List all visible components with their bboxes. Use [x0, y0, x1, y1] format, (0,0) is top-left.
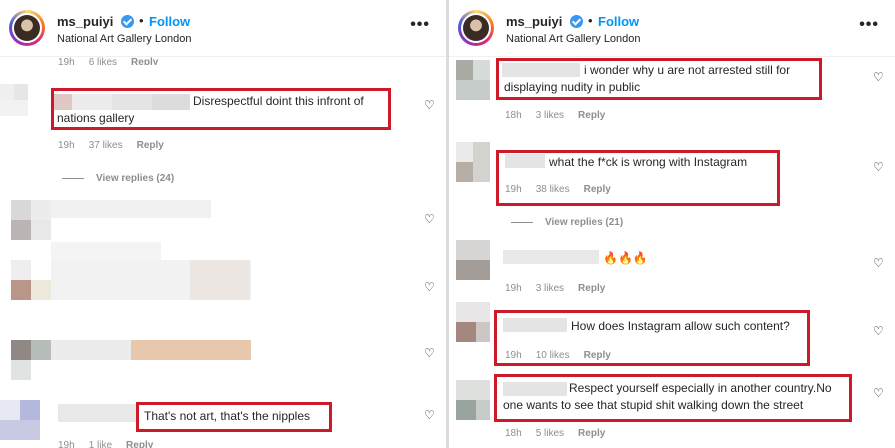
highlight-box: [496, 58, 822, 100]
pixelated-avatar: [0, 400, 20, 420]
highlight-box: [494, 374, 852, 422]
post-header: ms_puiyi • Follow National Art Gallery L…: [0, 0, 446, 62]
comment-meta: 19h 10 likes Reply: [505, 350, 611, 361]
heart-outline-icon[interactable]: ♡: [424, 346, 435, 360]
heart-outline-icon[interactable]: ♡: [424, 280, 435, 294]
follow-button[interactable]: Follow: [149, 14, 190, 29]
verified-badge-icon: [570, 15, 583, 28]
more-options-icon[interactable]: •••: [410, 16, 430, 34]
heart-outline-icon[interactable]: ♡: [873, 256, 884, 270]
comment-meta: 19h 37 likes Reply: [58, 140, 164, 151]
pixelated-comment: [51, 200, 211, 218]
pixelated-username: [503, 250, 599, 264]
view-replies-button[interactable]: View replies (21): [511, 217, 623, 228]
username[interactable]: ms_puiyi: [57, 14, 113, 29]
heart-outline-icon[interactable]: ♡: [424, 408, 435, 422]
comment-meta: 19h 38 likes Reply: [505, 184, 611, 195]
avatar[interactable]: [9, 10, 45, 46]
fire-emoji: 🔥🔥🔥: [603, 251, 648, 265]
comment-meta: 19h 3 likes Reply: [505, 283, 606, 294]
location-link[interactable]: National Art Gallery London: [57, 33, 192, 45]
highlight-box: [51, 88, 391, 130]
pixelated-avatar: [456, 60, 473, 80]
heart-outline-icon[interactable]: ♡: [873, 386, 884, 400]
more-options-icon[interactable]: •••: [859, 16, 879, 34]
comment-meta: 19h 6 likes Reply: [58, 57, 159, 65]
separator-dot: •: [139, 13, 144, 28]
location-link[interactable]: National Art Gallery London: [506, 33, 641, 45]
follow-button[interactable]: Follow: [598, 14, 639, 29]
highlight-box: [136, 402, 332, 432]
comment-meta: 18h 5 likes Reply: [505, 428, 606, 439]
avatar[interactable]: [458, 10, 494, 46]
comment-meta: 18h 3 likes Reply: [505, 110, 606, 121]
right-panel: ms_puiyi • Follow National Art Gallery L…: [449, 0, 895, 448]
heart-outline-icon[interactable]: ♡: [873, 160, 884, 174]
pixelated-username: [58, 404, 136, 422]
pixelated-avatar: [456, 240, 490, 260]
pixelated-comment: [51, 340, 131, 360]
comment-meta: 19h 1 like Reply: [58, 440, 154, 448]
view-replies-button[interactable]: View replies (24): [62, 173, 174, 184]
heart-outline-icon[interactable]: ♡: [424, 98, 435, 112]
pixelated-avatar: [11, 200, 31, 220]
heart-outline-icon[interactable]: ♡: [424, 212, 435, 226]
pixelated-avatar: [0, 84, 14, 100]
heart-outline-icon[interactable]: ♡: [873, 324, 884, 338]
pixelated-avatar: [456, 302, 490, 322]
heart-outline-icon[interactable]: ♡: [873, 70, 884, 84]
left-panel: ms_puiyi • Follow National Art Gallery L…: [0, 0, 446, 448]
pixelated-avatar: [11, 260, 31, 280]
username[interactable]: ms_puiyi: [506, 14, 562, 29]
verified-badge-icon: [121, 15, 134, 28]
separator-dot: •: [588, 13, 593, 28]
pixelated-avatar: [11, 340, 31, 360]
pixelated-avatar: [456, 142, 473, 162]
pixelated-avatar: [456, 380, 490, 400]
highlight-box: [496, 150, 780, 206]
post-header: ms_puiyi • Follow National Art Gallery L…: [449, 0, 895, 62]
